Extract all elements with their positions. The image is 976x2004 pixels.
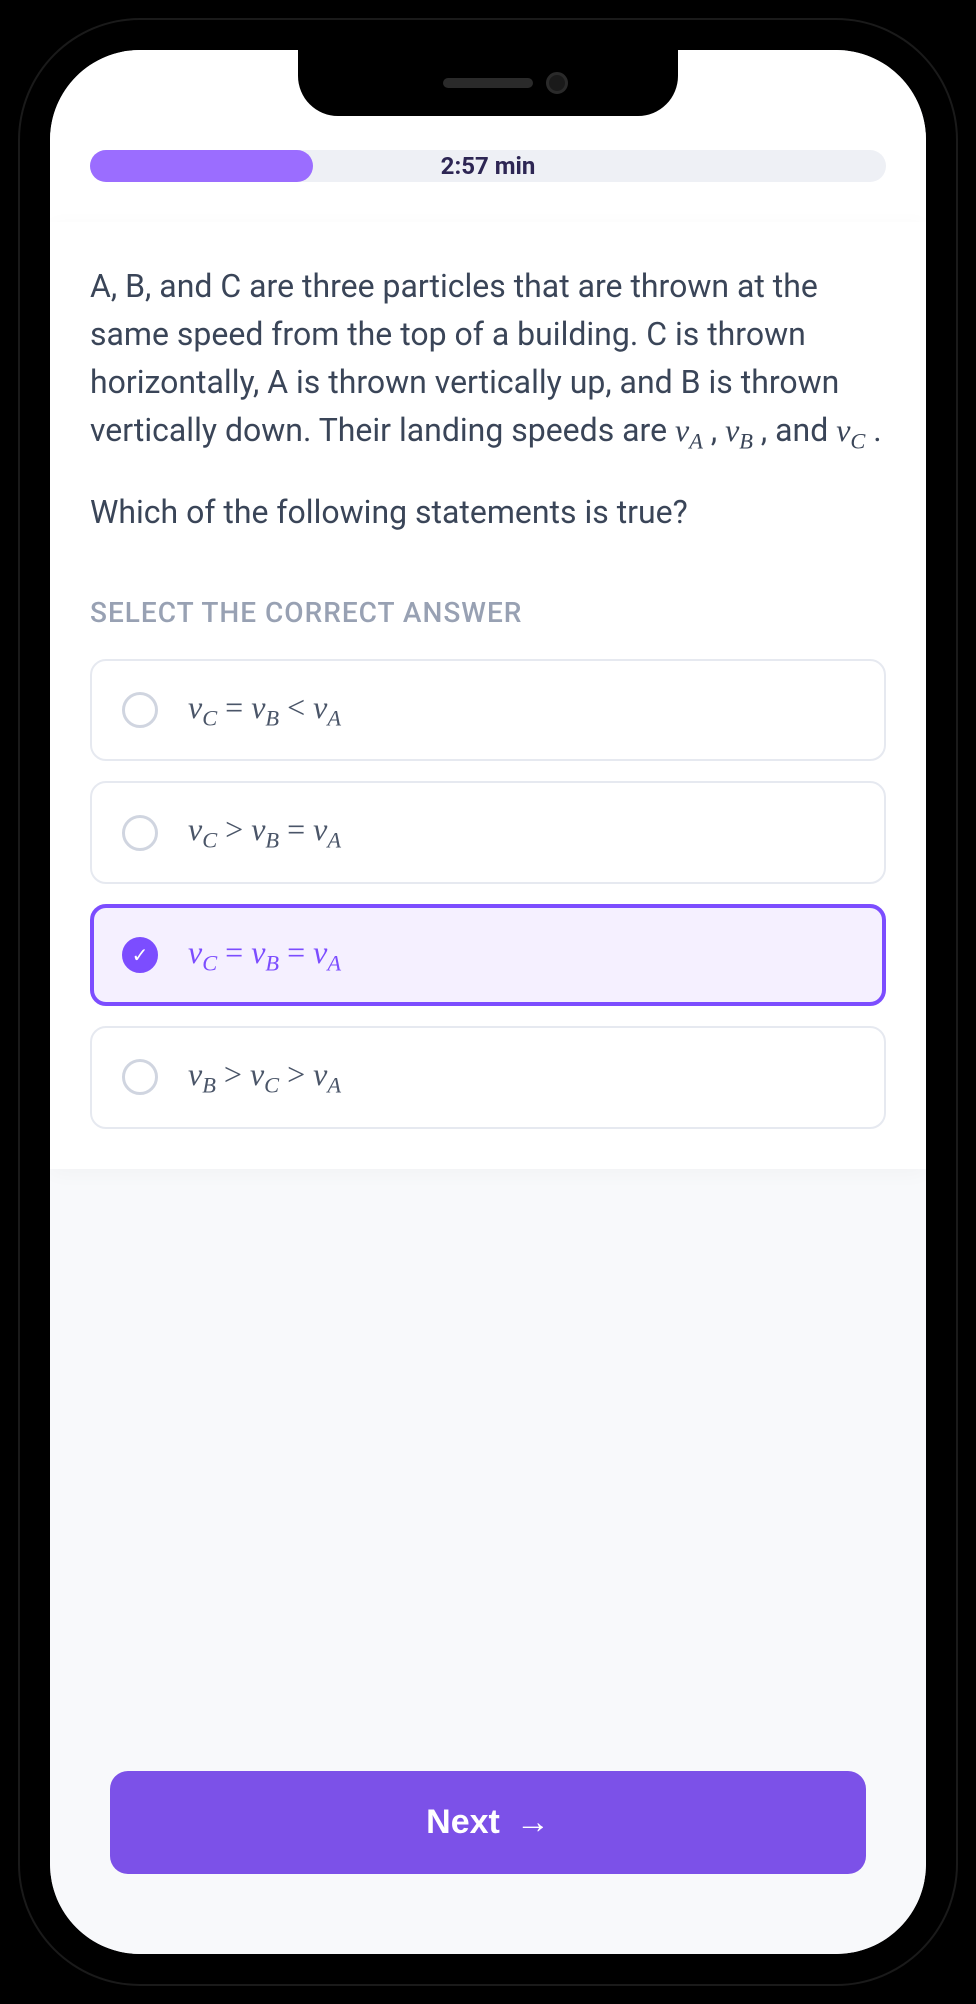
radio-icon: ✓ [122,815,158,851]
option-2[interactable]: ✓ vC>vB=vA [90,781,886,883]
option-text: vB>vC>vA [188,1056,341,1098]
question-prompt: Which of the following statements is tru… [90,488,886,536]
next-button[interactable]: Next → [110,1771,866,1874]
phone-frame: 2:57 min A, B, and C are three particles… [20,20,956,1984]
sep2: , and [753,411,836,449]
timer-text: 2:57 min [441,152,536,180]
arrow-right-icon: → [516,1803,550,1842]
var-vc: v [836,412,850,448]
phone-screen: 2:57 min A, B, and C are three particles… [50,50,926,1954]
option-4[interactable]: ✓ vB>vC>vA [90,1026,886,1128]
radio-icon: ✓ [122,937,158,973]
checkmark-icon: ✓ [132,943,149,967]
option-1[interactable]: ✓ vC=vB<vA [90,659,886,761]
phone-notch [298,50,678,116]
sub-b: B [739,428,753,453]
end: . [865,411,881,449]
notch-speaker [443,78,533,88]
question-card: A, B, and C are three particles that are… [50,222,926,1169]
sep1: , [703,411,725,449]
question-body: A, B, and C are three particles that are… [90,262,886,458]
progress-bar: 2:57 min [90,150,886,182]
option-text: vC=vB=vA [188,934,341,976]
content-area: 2:57 min A, B, and C are three particles… [50,50,926,1954]
option-text: vC>vB=vA [188,811,341,853]
sub-c: C [850,428,865,453]
options-list: ✓ vC=vB<vA ✓ vC>vB=vA [90,659,886,1129]
notch-camera [546,72,568,94]
sub-a: A [689,428,703,453]
progress-fill [90,150,313,182]
radio-icon: ✓ [122,692,158,728]
option-text: vC=vB<vA [188,689,341,731]
next-button-label: Next [426,1803,500,1842]
footer-section: Next → [50,1721,926,1954]
var-va: v [675,412,689,448]
radio-icon: ✓ [122,1059,158,1095]
var-vb: v [725,412,739,448]
option-3[interactable]: ✓ vC=vB=vA [90,904,886,1006]
instruction-label: SELECT THE CORRECT ANSWER [90,596,886,629]
